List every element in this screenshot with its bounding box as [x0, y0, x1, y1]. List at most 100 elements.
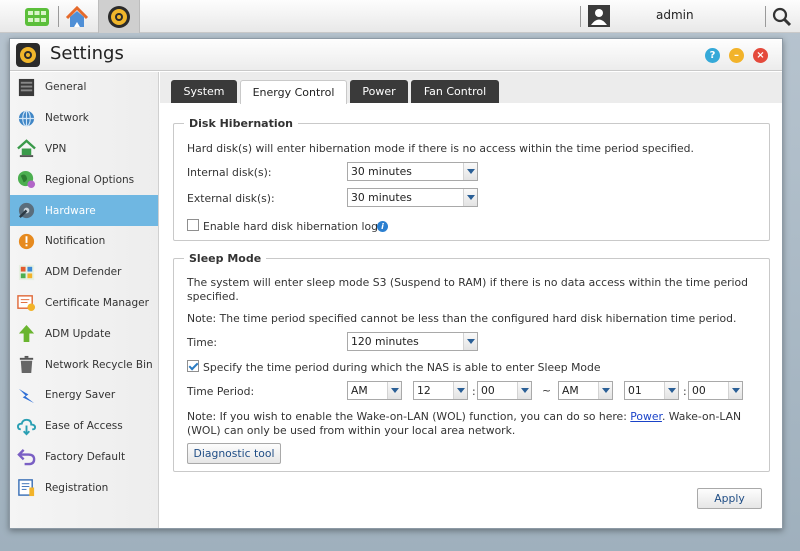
start-hour-value: 12 [417, 384, 431, 397]
sidebar-item-energy-saver[interactable]: Energy Saver [10, 380, 158, 411]
sidebar-item-label: General [45, 81, 87, 94]
tab-power[interactable]: Power [350, 80, 408, 103]
external-disk-select[interactable]: 30 minutes [347, 188, 478, 207]
sidebar-item-factory-default[interactable]: Factory Default [10, 442, 158, 473]
chevron-down-icon [463, 163, 477, 180]
minimize-button[interactable]: – [729, 48, 744, 63]
start-ampm-value: AM [351, 384, 368, 397]
wol-note-suffix: . Wake-on-LAN [661, 410, 742, 423]
sidebar-item-adm-defender[interactable]: ADM Defender [10, 257, 158, 288]
sleep-mode-description-line1: The system will enter sleep mode S3 (Sus… [187, 276, 748, 289]
diagnostic-tool-button[interactable]: Diagnostic tool [187, 443, 281, 464]
sidebar-item-label: Network [45, 112, 89, 125]
help-button[interactable]: ? [705, 48, 720, 63]
start-hour-select[interactable]: 12 [413, 381, 468, 400]
info-icon[interactable]: i [377, 221, 388, 232]
taskbar-app-home[interactable] [56, 0, 98, 33]
settings-gear-icon [16, 43, 40, 67]
close-icon: × [756, 50, 765, 61]
hibernation-log-label[interactable]: Enable hard disk hibernation log [203, 220, 378, 233]
sidebar-item-hardware[interactable]: Hardware [10, 195, 158, 226]
power-link[interactable]: Power [630, 410, 662, 423]
window-title: Settings [50, 43, 124, 64]
chevron-down-icon [387, 382, 401, 399]
tab-energy-control[interactable]: Energy Control [240, 80, 347, 104]
settings-gear-icon [108, 5, 130, 28]
recycle-bin-icon [19, 356, 34, 374]
home-icon [65, 5, 89, 27]
sidebar-item-vpn[interactable]: VPN [10, 134, 158, 165]
disk-hibernation-title: Disk Hibernation [184, 117, 299, 130]
apply-button[interactable]: Apply [697, 488, 762, 509]
grid-icon [25, 7, 49, 26]
wol-note-line2: (WOL) can only be used from within your … [187, 424, 516, 437]
sleep-time-label: Time: [187, 336, 218, 349]
specify-period-label[interactable]: Specify the time period during which the… [203, 361, 601, 374]
hardware-icon [18, 202, 35, 219]
sidebar-item-label: VPN [45, 142, 67, 155]
settings-window: Settings ? – × General Network VPN Regio… [9, 38, 783, 529]
sidebar-item-adm-update[interactable]: ADM Update [10, 318, 158, 349]
time-colon: : [683, 385, 687, 398]
user-icon[interactable] [588, 5, 610, 27]
range-separator: ~ [542, 384, 552, 397]
adm-update-icon [18, 325, 35, 343]
disk-hibernation-group: Disk Hibernation Hard disk(s) will enter… [173, 117, 770, 241]
sleep-time-select[interactable]: 120 minutes [347, 332, 478, 351]
sidebar-item-label: Notification [45, 235, 106, 248]
end-minute-select[interactable]: 00 [688, 381, 743, 400]
wol-note: Note: If you wish to enable the Wake-on-… [187, 410, 741, 423]
sidebar-item-label: Factory Default [45, 450, 126, 463]
end-hour-value: 01 [628, 384, 642, 397]
minimize-icon: – [734, 50, 739, 61]
adm-defender-icon [18, 264, 35, 280]
start-minute-select[interactable]: 00 [477, 381, 532, 400]
tab-system[interactable]: System [171, 80, 237, 103]
sleep-mode-note: Note: The time period specified cannot b… [187, 312, 737, 325]
chevron-down-icon [664, 382, 678, 399]
sidebar-item-label: Registration [45, 481, 109, 494]
regional-options-icon [17, 171, 36, 189]
sidebar-item-label: Certificate Manager [45, 296, 149, 309]
help-icon: ? [709, 50, 716, 61]
internal-disk-select[interactable]: 30 minutes [347, 162, 478, 181]
disk-hibernation-description: Hard disk(s) will enter hibernation mode… [187, 142, 694, 155]
wol-note-prefix: Note: If you wish to enable the Wake-on-… [187, 410, 631, 423]
taskbar-app-desktop[interactable] [16, 0, 58, 33]
sleep-mode-description-line2: specified. [187, 290, 239, 303]
taskbar-separator [580, 6, 581, 27]
end-hour-select[interactable]: 01 [624, 381, 679, 400]
network-icon [18, 110, 35, 127]
registration-icon [18, 479, 35, 497]
internal-disk-value: 30 minutes [351, 165, 412, 178]
window-titlebar[interactable]: Settings ? – × [10, 39, 782, 71]
sidebar-item-network[interactable]: Network [10, 103, 158, 134]
chevron-down-icon [598, 382, 612, 399]
specify-period-checkbox[interactable] [187, 360, 199, 372]
sidebar-item-ease-of-access[interactable]: Ease of Access [10, 411, 158, 442]
sidebar-item-notification[interactable]: Notification [10, 226, 158, 257]
energy-saver-icon [18, 388, 35, 403]
username[interactable]: admin [656, 8, 694, 22]
sidebar-item-regional-options[interactable]: Regional Options [10, 164, 158, 195]
chevron-down-icon [517, 382, 531, 399]
certificate-icon [17, 295, 36, 312]
sidebar-item-certificate-manager[interactable]: Certificate Manager [10, 288, 158, 319]
sidebar-item-general[interactable]: General [10, 72, 158, 103]
sidebar-item-network-recycle-bin[interactable]: Network Recycle Bin [10, 349, 158, 380]
tab-fan-control[interactable]: Fan Control [411, 80, 499, 103]
sidebar-item-registration[interactable]: Registration [10, 472, 158, 503]
end-ampm-select[interactable]: AM [558, 381, 613, 400]
vpn-icon [17, 139, 36, 158]
taskbar-separator [765, 6, 766, 27]
close-button[interactable]: × [753, 48, 768, 63]
start-ampm-select[interactable]: AM [347, 381, 402, 400]
taskbar-app-settings[interactable] [98, 0, 140, 33]
internal-disk-label: Internal disk(s): [187, 166, 272, 179]
sleep-time-value: 120 minutes [351, 335, 419, 348]
sidebar-item-label: Ease of Access [45, 420, 123, 433]
hibernation-log-checkbox[interactable] [187, 219, 199, 231]
sidebar-item-label: Regional Options [45, 173, 135, 186]
external-disk-label: External disk(s): [187, 192, 275, 205]
search-icon[interactable] [772, 7, 792, 27]
